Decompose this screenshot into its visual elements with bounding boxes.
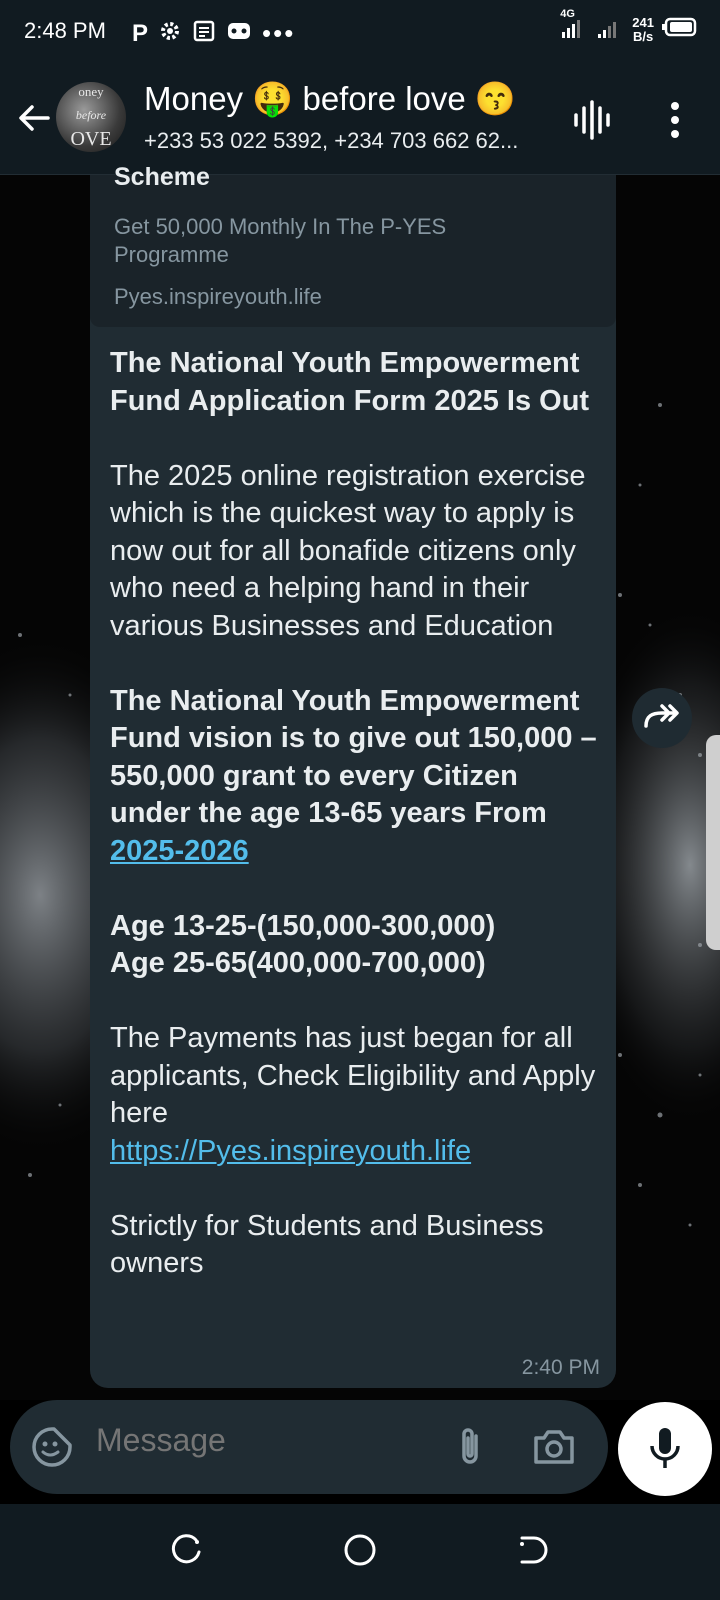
voice-chat-button[interactable] [570,98,614,142]
waveform-icon [574,100,610,140]
message-heading: The National Youth Empowerment Fund Appl… [110,347,590,417]
sticker-icon [32,1427,72,1467]
back-nav-button[interactable] [512,1530,552,1570]
vision-date-link[interactable]: 2025-2026 [110,835,249,867]
back-button[interactable] [14,98,54,138]
camera-button[interactable] [530,1426,578,1468]
message-composer [10,1400,608,1494]
recent-apps-button[interactable] [166,1530,206,1570]
more-options-button[interactable] [660,98,690,142]
link-preview-description: Get 50,000 Monthly In The P-YES Programm… [114,214,447,267]
message-timestamp: 2:40 PM [521,1356,600,1379]
age-line-2: Age 25-65(400,000-700,000) [110,947,486,979]
apply-url-link[interactable]: https://Pyes.inspireyouth.life [110,1135,471,1167]
net-speed: 241 B/s [632,14,654,44]
recents-icon [171,1534,201,1564]
signal-icon: 4G [560,8,588,45]
attach-button[interactable] [450,1424,490,1470]
system-nav-bar [0,1504,720,1600]
message-bubble[interactable]: Scheme Get 50,000 Monthly In The P-YES P… [90,163,616,1388]
avatar-text-top: oney [78,84,104,99]
link-preview[interactable]: Scheme Get 50,000 Monthly In The P-YES P… [90,163,616,327]
gear-icon [158,19,182,48]
battery-icon [662,16,698,43]
message-payments: The Payments has just began for all appl… [110,1022,596,1129]
message-input[interactable] [96,1422,426,1459]
avatar-text-mid: before [75,108,107,122]
voice-record-button[interactable] [618,1402,712,1496]
more-dots-icon: ••• [262,18,296,48]
paperclip-icon [462,1428,478,1464]
forward-arrows-icon [644,704,679,728]
status-icons-right: 4G 241 B/s [560,8,698,45]
net-speed-value: 241 [632,14,654,30]
chat-header: oney before OVE Money 🤑 before love 😙 +2… [0,62,720,175]
back-nav-icon [520,1536,548,1564]
chat-participants[interactable]: +233 53 022 5392, +234 703 662 62... [144,128,534,154]
net-speed-unit: B/s [633,28,654,44]
home-circle-icon [344,1534,376,1566]
age-line-1: Age 13-25-(150,000-300,000) [110,909,496,942]
message-text: The National Youth Empowerment Fund Appl… [110,345,600,1283]
parking-p-icon: P [132,19,149,47]
microphone-icon [650,1428,680,1468]
message-closing: Strictly for Students and Business owner… [110,1209,544,1280]
link-preview-title: Scheme [114,163,210,191]
camera-icon [534,1430,574,1464]
game-icon [226,19,252,48]
message-paragraph: The 2025 online registration exercise wh… [110,459,586,642]
chat-title[interactable]: Money 🤑 before love 😙 [144,80,516,119]
home-button[interactable] [340,1530,380,1570]
status-bar: 2:48 PM P ••• 4G 241 B/s [0,0,720,62]
vertical-dots-icon [671,102,679,138]
link-preview-domain: Pyes.inspireyouth.life [114,284,322,309]
sticker-button[interactable] [30,1425,74,1469]
status-time: 2:48 PM [24,18,106,43]
status-icons-left: P ••• [132,18,295,49]
message-vision: The National Youth Empowerment Fund visi… [110,684,597,830]
avatar-text-bottom: OVE [70,128,112,150]
forward-button[interactable] [632,688,692,748]
group-avatar[interactable]: oney before OVE [56,82,126,152]
partial-panel-edge [706,735,720,950]
network-type: 4G [560,8,575,20]
arrow-left-icon [19,105,50,131]
news-icon [192,19,216,48]
signal-2-icon [596,14,624,45]
